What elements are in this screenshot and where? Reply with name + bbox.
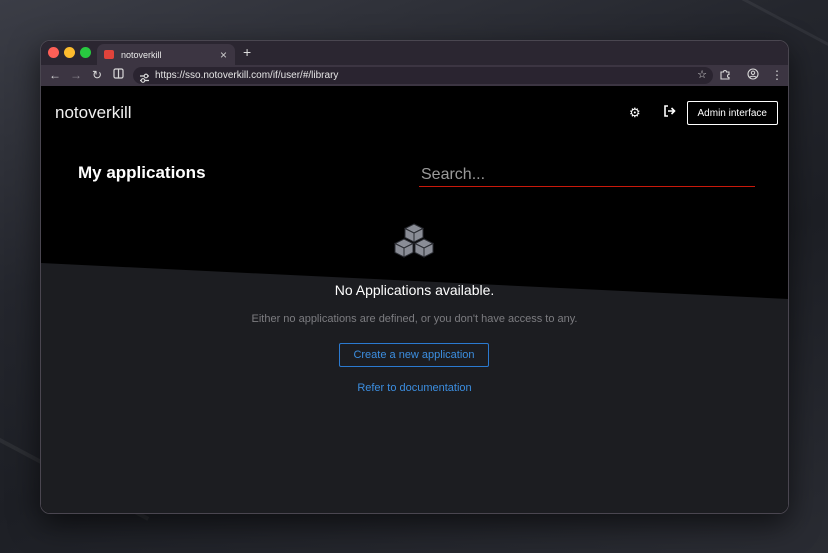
url-text: https://sso.notoverkill.com/if/user/#/li… <box>155 70 339 81</box>
minimize-window-button[interactable] <box>64 47 75 58</box>
empty-state-title: No Applications available. <box>334 282 495 298</box>
maximize-window-button[interactable] <box>80 47 91 58</box>
reload-icon[interactable]: ↻ <box>92 68 102 82</box>
admin-interface-button[interactable]: Admin interface <box>686 101 778 125</box>
menu-icon[interactable]: ⋮ <box>771 68 783 82</box>
back-icon[interactable]: ← <box>49 68 61 82</box>
extensions-icon[interactable] <box>719 68 731 83</box>
bookmark-star-icon[interactable]: ☆ <box>697 68 707 81</box>
create-application-button[interactable]: Create a new application <box>339 343 489 367</box>
tab-close-icon[interactable]: × <box>220 49 227 61</box>
sign-out-icon[interactable] <box>663 105 676 120</box>
profile-icon[interactable] <box>747 68 759 83</box>
tab-title: notoverkill <box>121 49 162 60</box>
empty-state-description: Either no applications are defined, or y… <box>251 313 578 325</box>
address-bar[interactable]: https://sso.notoverkill.com/if/user/#/li… <box>133 67 713 84</box>
favicon-icon <box>104 50 114 59</box>
cubes-icon <box>393 223 435 264</box>
background-panel <box>41 263 788 513</box>
page-content: notoverkill ⚙ Admin interface My applica… <box>41 86 788 513</box>
tab-strip: notoverkill × + <box>41 41 788 65</box>
close-window-button[interactable] <box>48 47 59 58</box>
page-title: My applications <box>78 163 206 182</box>
browser-tab[interactable]: notoverkill × <box>97 44 235 65</box>
gear-icon[interactable]: ⚙ <box>629 105 641 121</box>
new-tab-button[interactable]: + <box>243 44 251 60</box>
split-view-icon[interactable] <box>113 68 124 82</box>
browser-toolbar: ← → ↻ https://sso.notoverkill.com/if/use… <box>41 65 788 86</box>
brand-logo[interactable]: notoverkill <box>55 103 132 123</box>
documentation-link[interactable]: Refer to documentation <box>41 382 788 394</box>
browser-window: notoverkill × + ← → ↻ https://sso.notove… <box>40 40 789 514</box>
search-input[interactable] <box>419 164 755 187</box>
forward-icon[interactable]: → <box>70 68 82 82</box>
